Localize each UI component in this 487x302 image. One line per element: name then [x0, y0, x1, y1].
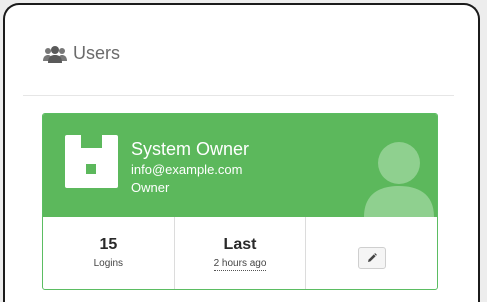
organization-icon	[65, 135, 118, 188]
logins-count: 15	[99, 236, 118, 253]
user-info: System Owner info@example.com Owner	[131, 138, 249, 196]
user-silhouette-icon	[361, 141, 437, 217]
edit-user-button[interactable]	[357, 247, 386, 269]
stat-logins: 15 Logins	[43, 217, 175, 289]
panel-title: Users	[43, 43, 120, 64]
panel-header: Users	[23, 5, 454, 96]
stat-last-login: Last 2 hours ago	[175, 217, 307, 289]
pencil-icon	[367, 253, 377, 263]
users-panel: Users System Owner info@example.com Owne…	[3, 3, 480, 302]
panel-title-text: Users	[73, 43, 121, 63]
user-role: Owner	[131, 180, 170, 195]
user-stats: 15 Logins Last 2 hours ago	[43, 217, 437, 289]
last-login-time: 2 hours ago	[213, 258, 267, 271]
logins-label: Logins	[93, 258, 124, 269]
last-login-value: Last	[223, 236, 257, 253]
stat-actions	[306, 217, 437, 289]
users-icon	[43, 45, 67, 63]
user-email: info@example.com	[131, 162, 243, 177]
user-name: System Owner	[131, 139, 250, 159]
screenshot-frame: Users System Owner info@example.com Owne…	[0, 0, 487, 302]
user-card-header: System Owner info@example.com Owner	[43, 114, 437, 217]
user-card: System Owner info@example.com Owner 15 L…	[42, 113, 438, 290]
